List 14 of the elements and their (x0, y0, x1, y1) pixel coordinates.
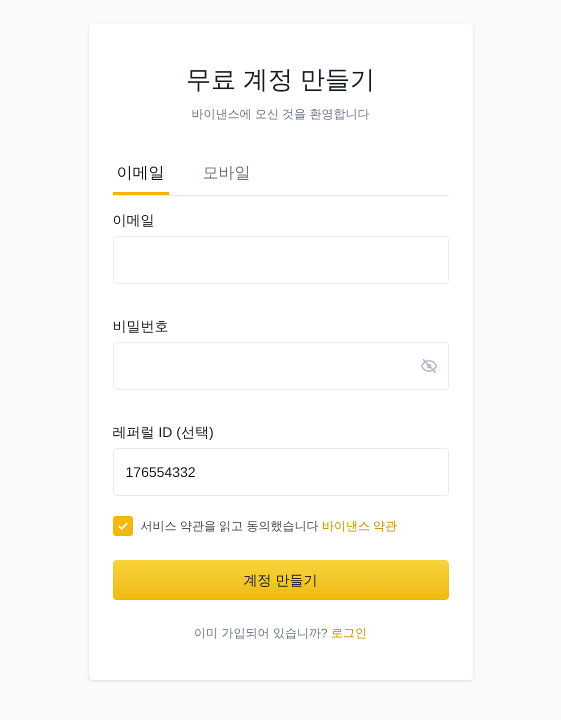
tab[interactable]: 이메일 (112, 162, 168, 195)
terms-checkbox[interactable] (112, 516, 132, 536)
field-label: 이메일 (112, 211, 156, 230)
page-title: 무료 계정 만들기 (185, 65, 376, 96)
create-account-button[interactable]: 계정 만들기 (112, 560, 448, 600)
field-label: 레퍼럴 ID (선택) (112, 423, 215, 442)
terms-text: 서비스 약관을 읽고 동의했습니다 (140, 519, 319, 533)
hidden-eye-icon[interactable] (420, 357, 438, 375)
field-label: 비밀번호 (112, 317, 170, 336)
already-registered-text: 이미 가입되어 있습니까? (194, 626, 328, 640)
welcome-text: 바이낸스에 오신 것을 환영합니다 (190, 106, 370, 122)
password-field[interactable] (112, 342, 448, 390)
tab[interactable]: 모바일 (198, 162, 254, 195)
input-field[interactable]: 176554332 (112, 448, 448, 496)
